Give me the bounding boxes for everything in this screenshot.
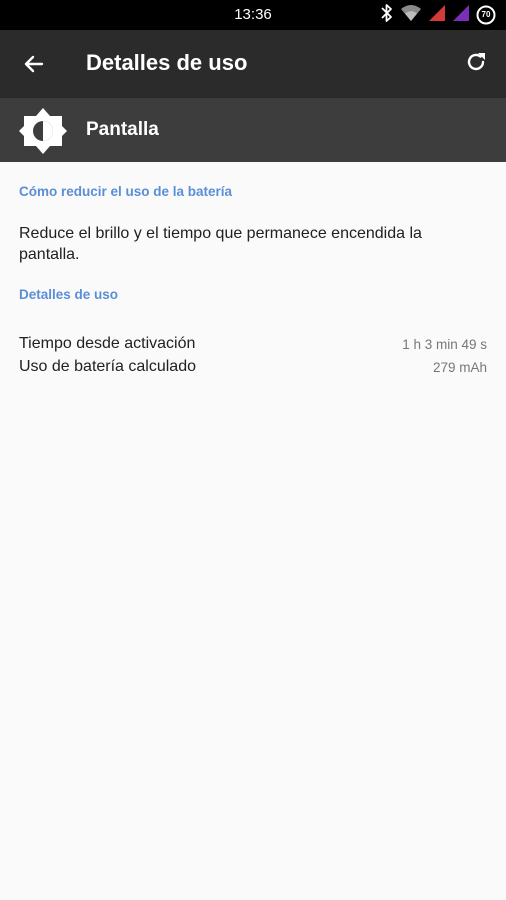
battery-level: 70 [481, 10, 491, 19]
tip-text: Reduce el brillo y el tiempo que permane… [19, 225, 422, 263]
bluetooth-icon [380, 3, 394, 28]
refresh-icon [467, 53, 485, 71]
detail-label: Tiempo desde activación [19, 335, 196, 352]
page-title: Detalles de uso [86, 50, 248, 75]
tips-section-title: Cómo reducir el uso de la batería [19, 184, 233, 199]
status-bar: 13:36 70 [0, 0, 506, 30]
signal-icon [428, 4, 446, 27]
wifi-icon [400, 4, 422, 27]
signal-icon [452, 4, 470, 27]
detail-row: Uso de batería calculado 279 mAh [19, 358, 487, 380]
refresh-button[interactable] [456, 42, 496, 82]
arrow-back-icon [24, 55, 44, 73]
back-button[interactable] [14, 44, 54, 84]
battery-icon: 70 [476, 5, 496, 25]
detail-row: Tiempo desde activación 1 h 3 min 49 s [19, 335, 487, 357]
status-icons: 70 [380, 3, 496, 27]
details-section-title: Detalles de uso [19, 287, 119, 302]
detail-label: Uso de batería calculado [19, 358, 196, 375]
app-name: Pantalla [86, 119, 159, 140]
app-bar: Detalles de uso [0, 30, 506, 98]
detail-value: 279 mAh [432, 360, 487, 375]
app-header: Pantalla [0, 98, 506, 162]
detail-value: 1 h 3 min 49 s [402, 337, 487, 352]
brightness-icon [18, 106, 68, 156]
